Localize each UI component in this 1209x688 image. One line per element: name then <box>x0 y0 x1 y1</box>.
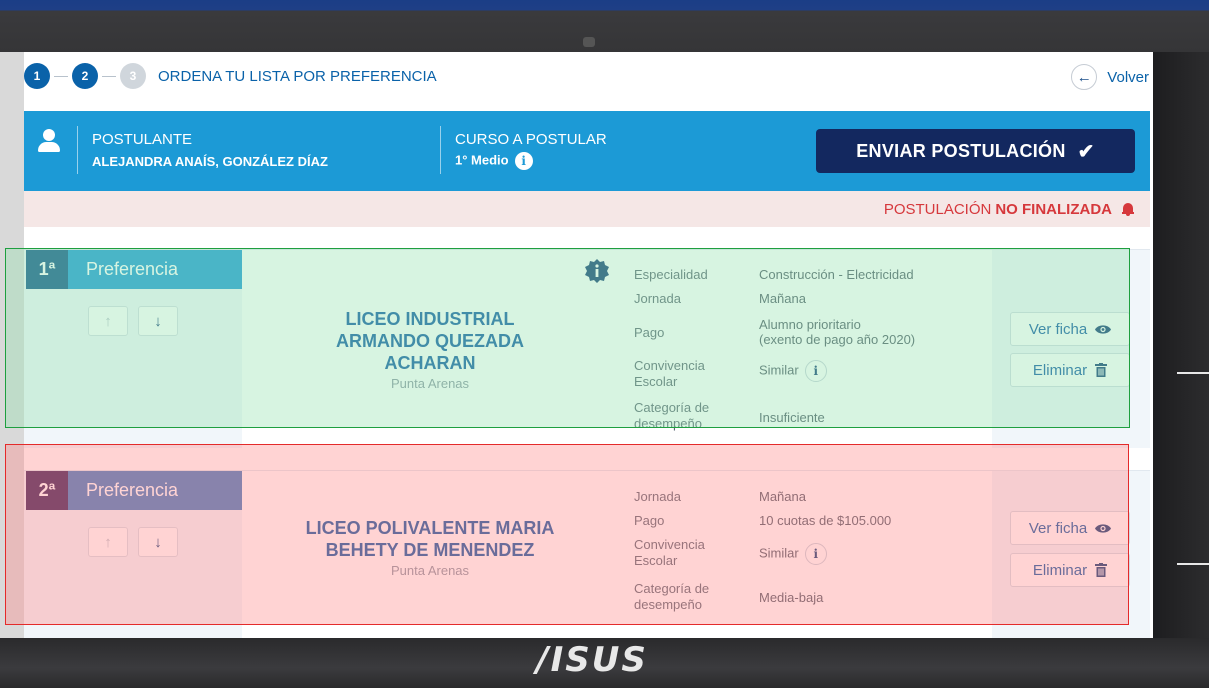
user-icon <box>38 129 60 155</box>
laptop-brand-logo: /ISUS <box>536 640 648 680</box>
step-separator <box>54 75 68 77</box>
annotation-line <box>1177 372 1209 374</box>
stepper: 1 2 3 ORDENA TU LISTA POR PREFERENCIA <box>24 63 437 89</box>
laptop-bezel-top <box>0 0 1209 52</box>
applicant-name: ALEJANDRA ANAÍS, GONZÁLEZ DÍAZ <box>92 154 328 169</box>
header-divider <box>440 126 441 174</box>
info-icon[interactable]: i <box>514 152 533 170</box>
laptop-bezel-right <box>1153 52 1209 642</box>
course-label: CURSO A POSTULAR <box>455 131 607 148</box>
highlight-box-red <box>5 444 1129 625</box>
back-label: Volver <box>1107 68 1149 86</box>
bell-icon <box>1122 202 1134 216</box>
arrow-left-icon: ← <box>1071 64 1098 90</box>
check-icon: ✔ <box>1077 140 1095 163</box>
back-link[interactable]: ← Volver <box>1071 64 1149 90</box>
step-title: ORDENA TU LISTA POR PREFERENCIA <box>158 67 437 85</box>
step-1[interactable]: 1 <box>24 63 50 89</box>
course-value-row: 1° Medio i <box>455 152 533 170</box>
header-divider <box>77 126 78 174</box>
course-value: 1° Medio <box>455 152 509 168</box>
send-application-button[interactable]: ENVIAR POSTULACIÓN ✔ <box>816 129 1135 173</box>
webcam-icon <box>583 37 595 47</box>
status-prefix: POSTULACIÓN <box>883 200 992 218</box>
step-3: 3 <box>120 63 146 89</box>
step-2[interactable]: 2 <box>72 63 98 89</box>
step-separator <box>102 75 116 77</box>
status-banner: POSTULACIÓN NO FINALIZADA <box>24 191 1150 227</box>
highlight-box-green <box>5 248 1130 428</box>
annotation-line <box>1177 563 1209 565</box>
applicant-label: POSTULANTE <box>92 131 193 148</box>
status-emphasis: NO FINALIZADA <box>995 200 1112 218</box>
send-application-label: ENVIAR POSTULACIÓN <box>856 140 1066 161</box>
